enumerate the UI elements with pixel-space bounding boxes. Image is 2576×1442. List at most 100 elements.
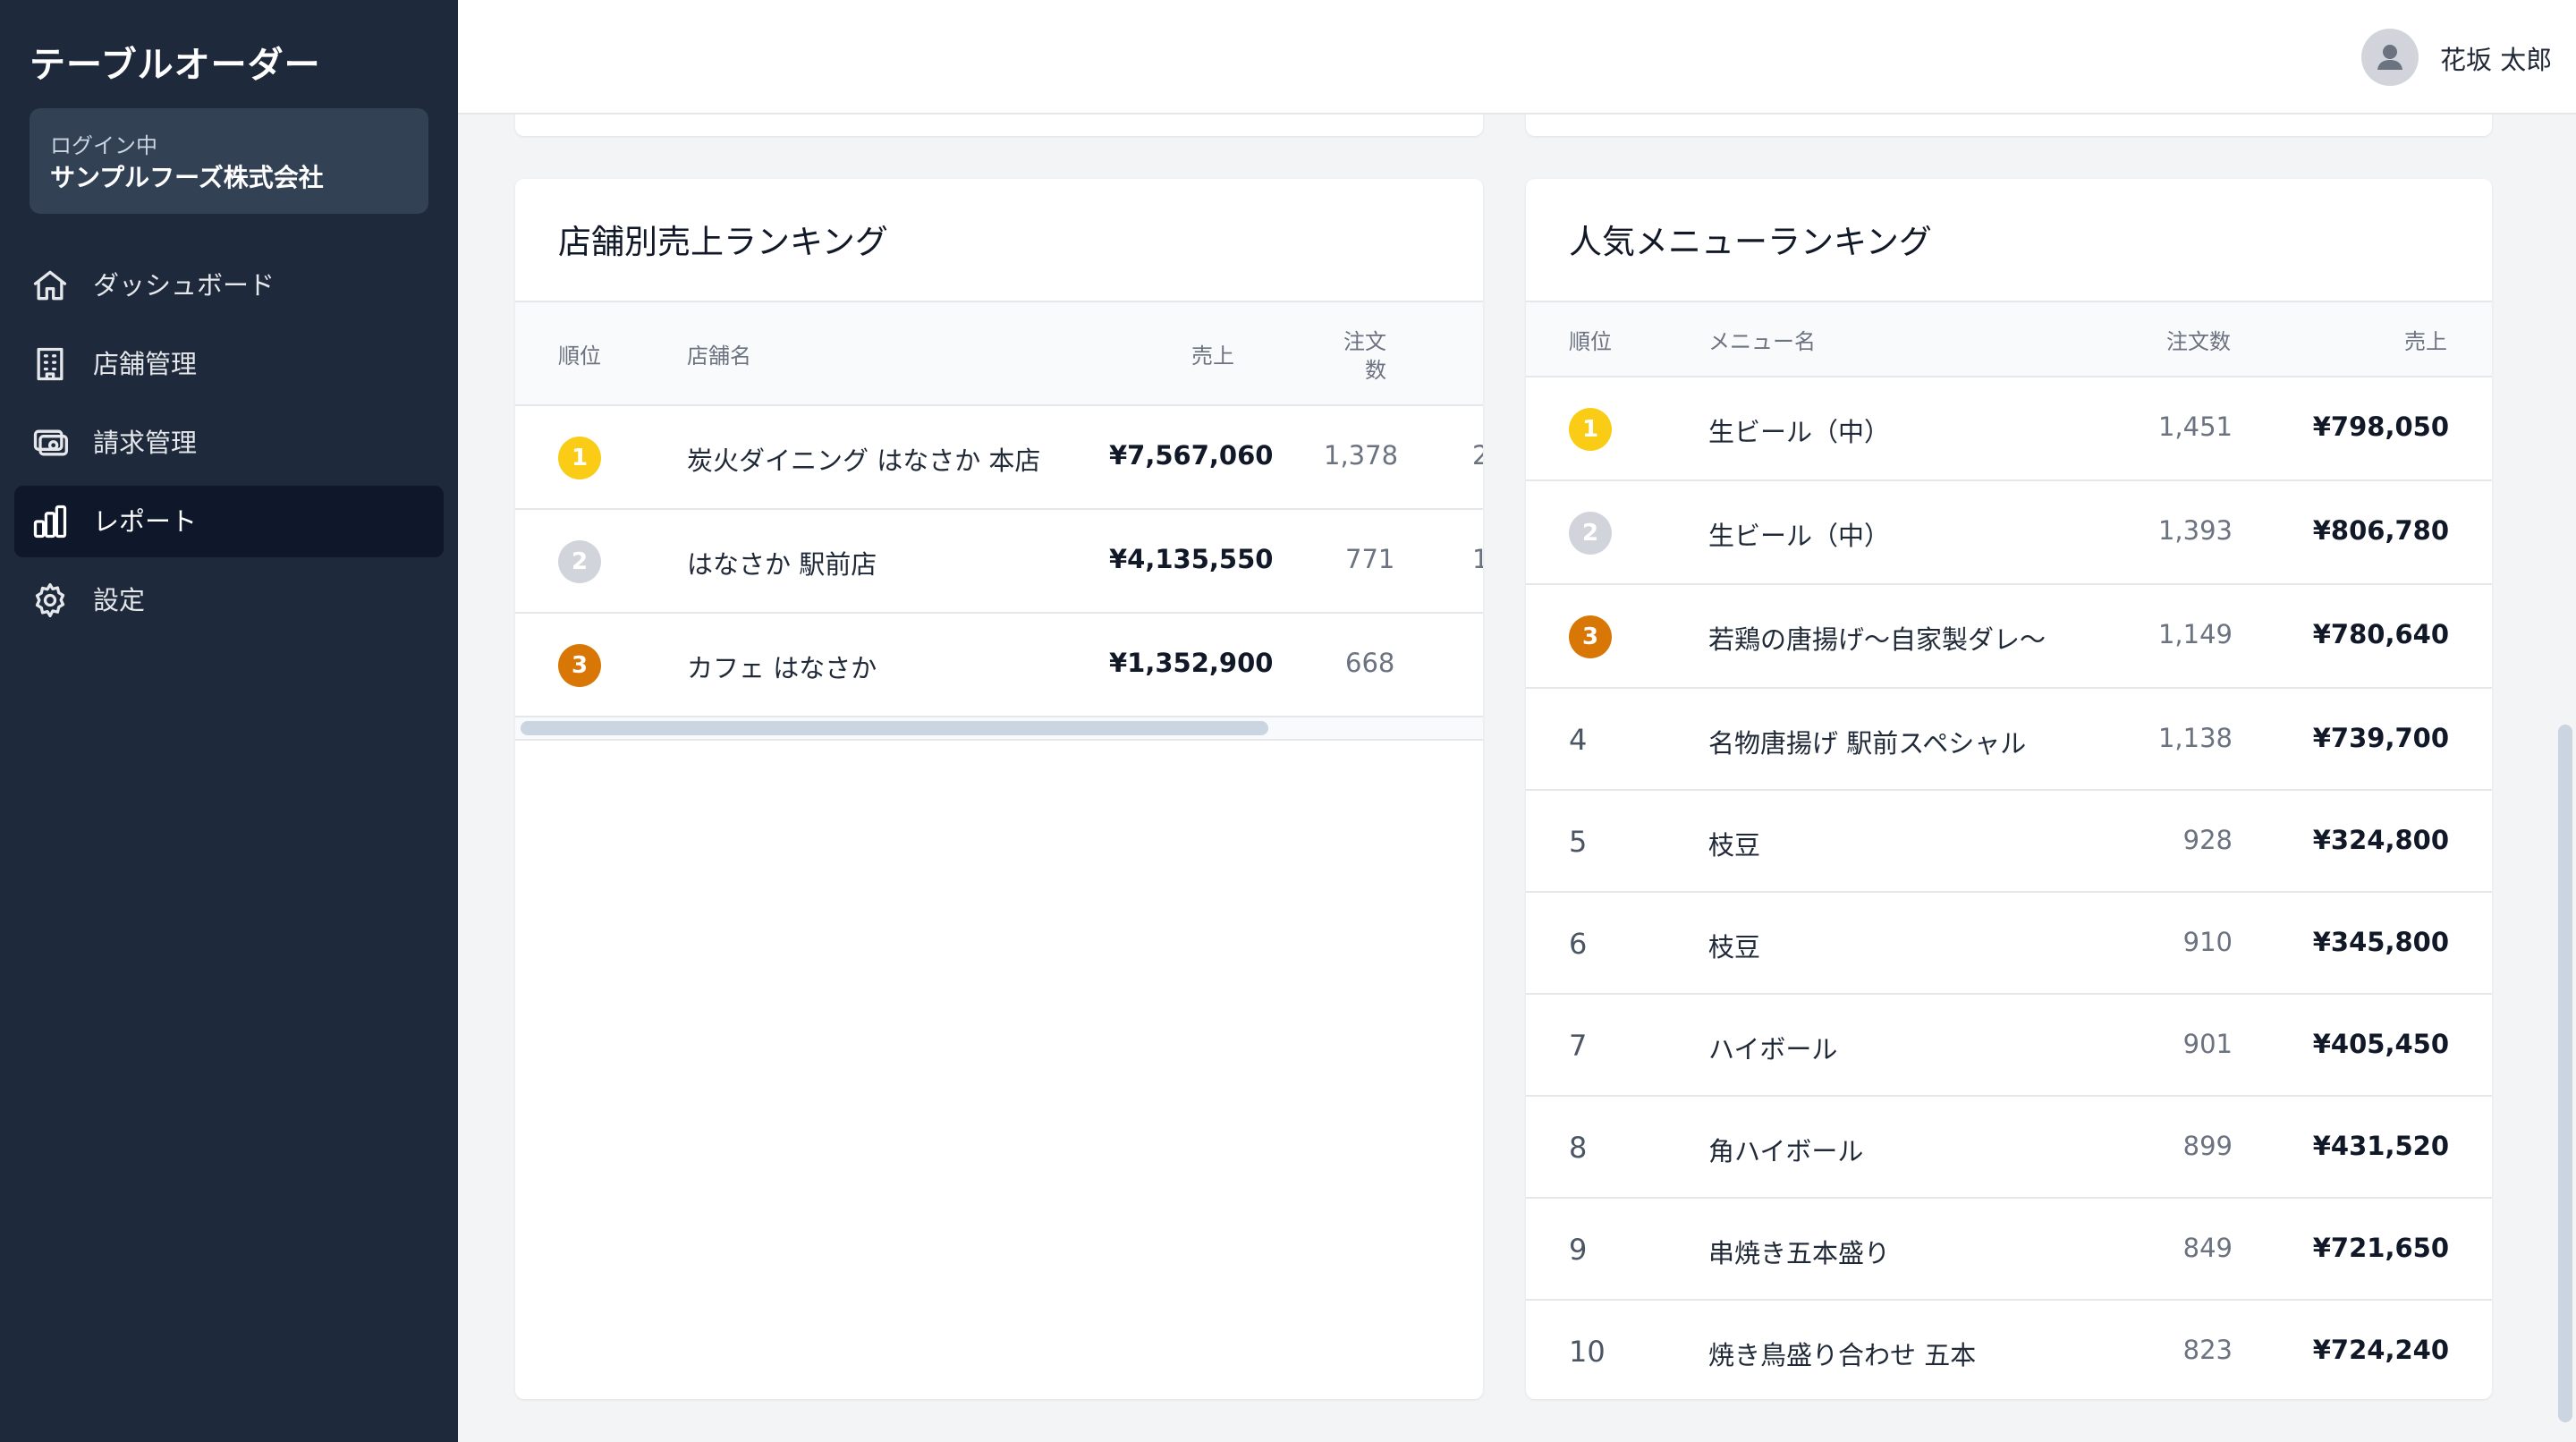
table-row[interactable]: 3 カフェ はなさか ¥1,352,900 668 (515, 612, 1483, 716)
table-header (1526, 302, 2492, 376)
table-row[interactable]: 4 名物唐揚げ 駅前スペシャル 1,138 ¥739,700 (1526, 687, 2492, 789)
app-title: テーブルオーダー (30, 45, 321, 86)
table-row[interactable]: 7 ハイボール 901 ¥405,450 (1526, 993, 2492, 1095)
col-rank: 順位 (558, 344, 601, 369)
menu-sales: ¥739,700 (2312, 723, 2449, 753)
col-orders-line2: 数 (1365, 358, 1386, 383)
rank-badge-silver: 2 (1569, 512, 1612, 555)
menu-name: 名物唐揚げ 駅前スペシャル (1708, 728, 2027, 759)
sidebar: テーブルオーダー ログイン中 サンプルフーズ株式会社 ダッシュボード 店舗管理 … (0, 0, 458, 1442)
menu-name: 生ビール（中） (1708, 521, 1891, 551)
bar-chart-icon (33, 505, 67, 539)
menu-orders: 1,149 (2157, 619, 2233, 649)
rank-number: 10 (1569, 1335, 1606, 1369)
table-row[interactable]: 1 生ビール（中） 1,451 ¥798,050 (1526, 376, 2492, 479)
table-row[interactable]: 3 若鶏の唐揚げ〜自家製ダレ〜 1,149 ¥780,640 (1526, 583, 2492, 687)
sidebar-item-stores[interactable]: 店舗管理 (14, 328, 444, 400)
menu-name: 焼き鳥盛り合わせ 五本 (1708, 1340, 1977, 1370)
table-header (515, 302, 1483, 404)
page-scrollbar-thumb[interactable] (2558, 725, 2572, 1422)
menu-orders: 1,393 (2157, 515, 2233, 546)
store-orders: 668 (1345, 648, 1395, 678)
store-extra: 1 (1472, 544, 1483, 574)
user-name-overlay[interactable]: 花坂 太郎 (2440, 39, 2552, 77)
table-row[interactable]: 10 焼き鳥盛り合わせ 五本 823 ¥724,240 (1526, 1299, 2492, 1399)
table-row[interactable]: 9 串焼き五本盛り 849 ¥721,650 (1526, 1197, 2492, 1299)
rank-badge-bronze: 3 (1569, 615, 1612, 658)
store-orders: 771 (1345, 544, 1395, 574)
menu-name: 串焼き五本盛り (1708, 1238, 1891, 1268)
login-label: ログイン中 (50, 133, 157, 158)
rank-number: 5 (1569, 825, 1588, 859)
menu-sales: ¥721,650 (2312, 1233, 2449, 1263)
menu-name: 生ビール（中） (1708, 417, 1891, 447)
login-info: ログイン中 サンプルフーズ株式会社 (30, 108, 428, 214)
menu-sales: ¥724,240 (2312, 1335, 2449, 1365)
table-row[interactable]: 2 生ビール（中） 1,393 ¥806,780 (1526, 479, 2492, 583)
horizontal-scrollbar-thumb[interactable] (521, 721, 1268, 735)
menu-orders: 1,138 (2157, 723, 2233, 753)
sidebar-item-label: レポート (93, 506, 198, 537)
menu-orders: 928 (2182, 825, 2233, 855)
store-sales: ¥1,352,900 (1109, 648, 1274, 678)
sidebar-item-label: 請求管理 (93, 428, 198, 458)
store-name: 炭火ダイニング はなさか 本店 (687, 445, 1041, 476)
menu-name: 枝豆 (1708, 932, 1761, 963)
sidebar-item-label: 設定 (93, 585, 146, 615)
table-row[interactable]: 1 炭火ダイニング はなさか 本店 ¥7,567,060 1,378 2 (515, 404, 1483, 508)
menu-sales: ¥345,800 (2312, 927, 2449, 957)
rank-number: 9 (1569, 1233, 1588, 1267)
rank-badge-gold: 1 (1569, 408, 1612, 451)
menu-orders: 910 (2182, 927, 2233, 957)
store-extra: 2 (1472, 440, 1483, 471)
table-row[interactable]: 8 角ハイボール 899 ¥431,520 (1526, 1095, 2492, 1197)
store-ranking-title: 店舗別売上ランキング (558, 223, 888, 261)
sidebar-item-billing[interactable]: 請求管理 (14, 407, 444, 479)
table-row[interactable]: 6 枝豆 910 ¥345,800 (1526, 891, 2492, 993)
rank-number: 4 (1569, 723, 1588, 757)
menu-orders: 849 (2182, 1233, 2233, 1263)
menu-sales: ¥806,780 (2312, 515, 2449, 546)
col-sales: 売上 (2404, 329, 2447, 354)
rank-number: 7 (1569, 1029, 1588, 1063)
menu-name: 若鶏の唐揚げ〜自家製ダレ〜 (1708, 624, 2046, 655)
sidebar-item-dashboard[interactable]: ダッシュボード (14, 250, 444, 321)
login-company: サンプルフーズ株式会社 (50, 163, 324, 192)
rank-badge-bronze: 3 (558, 644, 601, 687)
col-menu: メニュー名 (1708, 329, 1816, 354)
store-orders: 1,378 (1324, 440, 1399, 471)
building-icon (37, 347, 64, 381)
home-icon (33, 270, 67, 301)
rank-number: 6 (1569, 927, 1588, 961)
sidebar-item-label: 店舗管理 (93, 349, 198, 379)
store-sales: ¥7,567,060 (1109, 440, 1274, 471)
menu-ranking-card: 人気メニューランキング 順位 メニュー名 注文数 売上 1 生ビール（中） 1,45… (1526, 179, 2492, 1399)
sidebar-item-reports[interactable]: レポート (14, 486, 444, 557)
menu-name: 枝豆 (1708, 830, 1761, 861)
rank-number: 8 (1569, 1131, 1588, 1165)
menu-orders: 901 (2182, 1029, 2233, 1059)
sidebar-item-label: ダッシュボード (93, 270, 275, 301)
store-ranking-card: 店舗別売上ランキング 順位 店舗名 売上 注文 数 1 炭火ダイニング はなさか… (515, 179, 1483, 1399)
col-store: 店舗名 (687, 344, 751, 369)
table-row[interactable]: 5 枝豆 928 ¥324,800 (1526, 789, 2492, 891)
menu-sales: ¥324,800 (2312, 825, 2449, 855)
rank-badge-gold: 1 (558, 437, 601, 479)
menu-orders: 899 (2182, 1131, 2233, 1161)
menu-sales: ¥798,050 (2312, 411, 2449, 442)
store-name: カフェ はなさか (687, 653, 877, 683)
col-orders-line1: 注文 (1343, 329, 1386, 354)
rank-badge-silver: 2 (558, 540, 601, 583)
menu-sales: ¥431,520 (2312, 1131, 2449, 1161)
avatar-overlay[interactable] (2361, 29, 2419, 86)
store-name: はなさか 駅前店 (687, 549, 877, 580)
menu-orders: 823 (2182, 1335, 2233, 1365)
col-sales: 売上 (1191, 344, 1234, 369)
menu-sales: ¥780,640 (2312, 619, 2449, 649)
menu-ranking-title: 人気メニューランキング (1569, 223, 1932, 261)
billing-icon (33, 429, 68, 456)
table-row[interactable]: 2 はなさか 駅前店 ¥4,135,550 771 1 (515, 508, 1483, 612)
menu-sales: ¥405,450 (2312, 1029, 2449, 1059)
sidebar-item-settings[interactable]: 設定 (14, 564, 444, 636)
header-bar (458, 0, 2576, 115)
